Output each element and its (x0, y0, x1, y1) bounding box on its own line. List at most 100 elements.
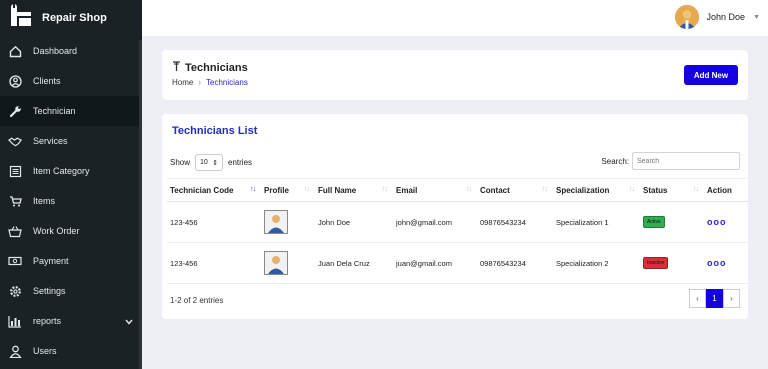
chevron-left-icon: ‹ (696, 294, 699, 303)
sidebar-item-label: Dashboard (33, 46, 78, 56)
sort-icon: ↑↓ (304, 186, 310, 193)
page-title: Technicians (172, 61, 248, 75)
chevron-down-icon (125, 317, 133, 327)
money-icon (8, 254, 22, 268)
profile-image (264, 210, 288, 234)
sidebar-item-work-order[interactable]: Work Order (0, 216, 139, 246)
column-header-code[interactable]: Technician Code ↑↓ (167, 178, 261, 202)
list-title: Technicians List (172, 125, 258, 137)
cell-code: 123-456 (167, 242, 261, 284)
sidebar-item-label: Payment (33, 256, 69, 266)
user-circle-icon (8, 74, 22, 88)
profile-image (264, 251, 288, 275)
cell-action: ooo (704, 242, 748, 284)
sort-icon: ↑↓ (250, 186, 256, 193)
page-size-control: Show 10 ⇕ entries (170, 154, 252, 171)
sidebar-item-services[interactable]: Services (0, 126, 139, 156)
cell-contact: 09876543234 (477, 201, 553, 243)
sidebar-item-dashboard[interactable]: Dashboard (0, 36, 139, 66)
sidebar-item-users[interactable]: Users (0, 336, 139, 366)
user-icon (8, 344, 22, 358)
search-control: Search: (601, 152, 740, 170)
column-header-full-name[interactable]: Full Name ↑↓ (315, 178, 393, 202)
cell-email: john@gmail.com (393, 201, 477, 243)
column-header-email[interactable]: Email ↑↓ (393, 178, 477, 202)
column-header-profile[interactable]: Profile ↑↓ (261, 178, 315, 202)
chart-icon (8, 314, 22, 328)
table-row: 123-456 Juan Dela Cruz juan@gmail.com 09… (167, 242, 748, 284)
sort-icon: ↑↓ (542, 186, 548, 193)
cell-full-name: Juan Dela Cruz (315, 242, 393, 284)
sidebar-item-technician[interactable]: Technician (0, 96, 139, 126)
sidebar-item-label: Users (33, 346, 57, 356)
page-title-text: Technicians (185, 62, 248, 74)
page-button[interactable]: 1 (706, 289, 723, 308)
page-size-select[interactable]: 10 ⇕ (195, 154, 224, 171)
show-label: Show (170, 158, 191, 167)
basket-icon (8, 224, 22, 238)
cell-status: Active (640, 201, 704, 243)
status-badge: Inactive (643, 257, 669, 269)
sidebar-nav: Dashboard Clients Technician Services It… (0, 36, 139, 366)
sort-icon: ↑↓ (629, 186, 635, 193)
search-label: Search: (601, 156, 629, 166)
prev-page-button[interactable]: ‹ (689, 289, 706, 308)
chevron-right-icon: › (730, 294, 733, 303)
sidebar-item-label: Clients (33, 76, 61, 86)
breadcrumb-current[interactable]: Technicians (206, 78, 248, 87)
technician-tool-icon (172, 61, 185, 75)
cell-status: Inactive (640, 242, 704, 284)
page-header-card: Technicians Home › Technicians Add New (162, 50, 748, 100)
sort-icon: ↑↓ (382, 186, 388, 193)
sort-icon: ↑↓ (466, 186, 472, 193)
breadcrumb-home[interactable]: Home (172, 78, 193, 87)
wrench-icon (8, 104, 22, 118)
add-new-button[interactable]: Add New (684, 65, 738, 85)
select-arrows-icon: ⇕ (212, 159, 219, 167)
user-menu[interactable]: John Doe ▼ (674, 5, 760, 29)
cell-specialization: Specialization 2 (553, 242, 640, 284)
column-header-status[interactable]: Status ↑↓ (640, 178, 704, 202)
more-actions-icon[interactable]: ooo (707, 217, 727, 227)
entries-label: entries (228, 158, 253, 167)
sidebar-item-label: Technician (33, 106, 76, 116)
list-icon (8, 164, 22, 178)
chevron-down-icon: ▼ (753, 13, 760, 21)
topbar: John Doe ▼ (142, 0, 768, 36)
gear-icon (8, 284, 22, 298)
cell-email: juan@gmail.com (393, 242, 477, 284)
table-row: 123-456 John Doe john@gmail.com 09876543… (167, 201, 748, 243)
cell-full-name: John Doe (315, 201, 393, 243)
sidebar-item-label: Work Order (33, 226, 80, 236)
sort-icon: ↑↓ (693, 186, 699, 193)
more-actions-icon[interactable]: ooo (707, 258, 727, 268)
sidebar-item-label: Items (33, 196, 56, 206)
pagination: ‹ 1 › (689, 289, 740, 308)
column-header-action: Action (704, 178, 748, 202)
brand[interactable]: Repair Shop (0, 0, 142, 36)
sidebar: Repair Shop Dashboard Clients Technician… (0, 0, 142, 369)
sidebar-item-item-category[interactable]: Item Category (0, 156, 139, 186)
sidebar-item-payment[interactable]: Payment (0, 246, 139, 276)
cell-code: 123-456 (167, 201, 261, 243)
cell-profile (261, 201, 315, 243)
sidebar-item-items[interactable]: Items (0, 186, 139, 216)
sidebar-item-reports[interactable]: reports (0, 306, 139, 336)
repair-shop-logo-icon (9, 3, 34, 33)
search-input[interactable] (632, 152, 740, 170)
cell-contact: 09876543234 (477, 242, 553, 284)
handshake-icon (8, 134, 22, 148)
page-size-value: 10 (200, 159, 208, 166)
sidebar-item-settings[interactable]: Settings (0, 276, 139, 306)
column-header-contact[interactable]: Contact ↑↓ (477, 178, 553, 202)
sidebar-item-label: Services (33, 136, 68, 146)
technicians-list-card: Technicians List Show 10 ⇕ entries Searc… (162, 114, 748, 319)
status-badge: Active (643, 216, 665, 228)
sidebar-item-clients[interactable]: Clients (0, 66, 139, 96)
next-page-button[interactable]: › (723, 289, 740, 308)
home-icon (8, 44, 22, 58)
cell-action: ooo (704, 201, 748, 243)
column-header-specialization[interactable]: Specialization ↑↓ (553, 178, 640, 202)
technicians-table: Technician Code ↑↓ Profile ↑↓ Full Name ↑↓ … (167, 178, 748, 284)
avatar (674, 5, 699, 29)
